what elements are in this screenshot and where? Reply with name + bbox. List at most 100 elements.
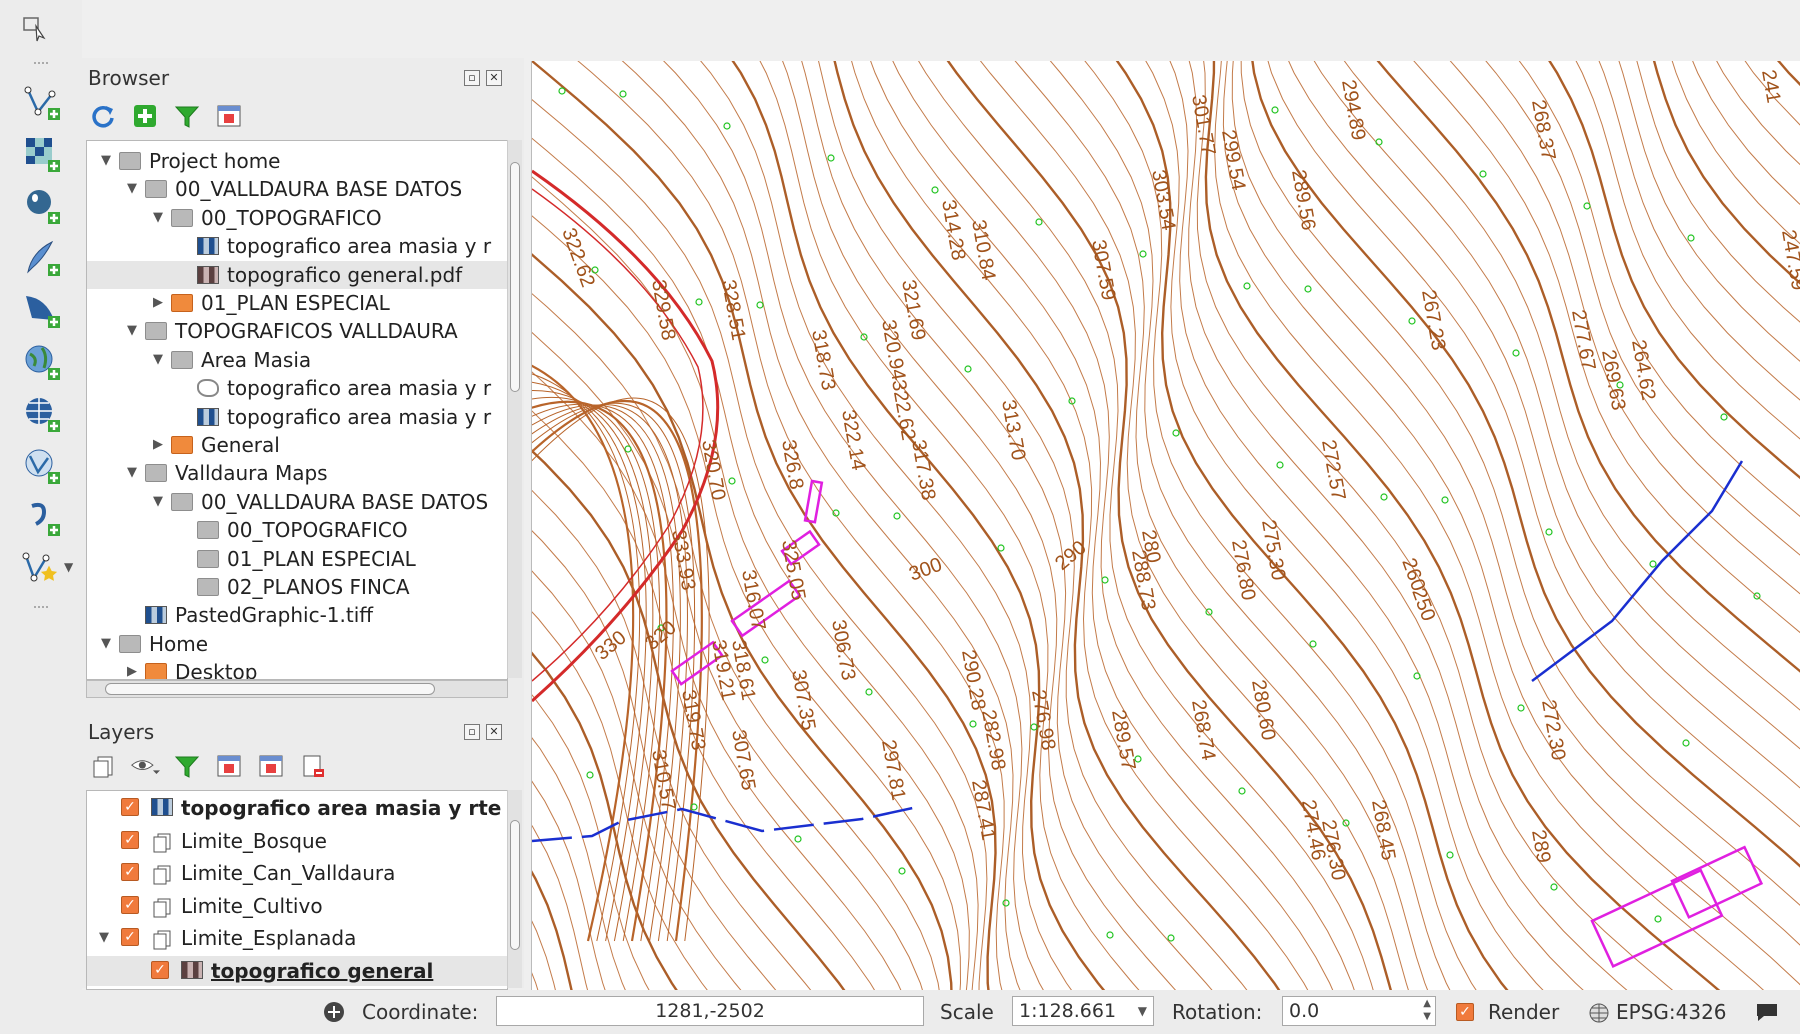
pan-cursor-icon[interactable] <box>22 14 48 42</box>
browser-tree-item[interactable]: topografico area masia y r <box>87 374 507 402</box>
layer-visibility-checkbox[interactable]: ✓ <box>151 960 169 979</box>
coordinate-field[interactable]: 1281,-2502 <box>496 996 924 1026</box>
elevation-label: 272.30 <box>1537 698 1569 762</box>
add-mssql-layer-button[interactable] <box>20 288 64 332</box>
layer-item[interactable]: ▼ ✓ Limite_Esplanada <box>87 923 507 953</box>
toggle-extents-icon[interactable] <box>322 1000 346 1024</box>
layer-item[interactable]: ✓ topografico general <box>87 955 507 986</box>
elevation-label: 290 <box>1051 537 1091 575</box>
layer-item[interactable]: ✓ topografico area masia y rte <box>87 793 507 823</box>
browser-horizontal-scrollbar[interactable] <box>86 680 508 698</box>
layer-visibility-checkbox[interactable]: ✓ <box>121 830 139 849</box>
browser-tree-item[interactable]: ▼ Area Masia <box>87 346 507 374</box>
collapse-arrow-icon[interactable]: ▼ <box>151 488 165 516</box>
close-panel-button[interactable]: ✕ <box>486 70 502 86</box>
scale-combobox[interactable]: 1:128.661 ▼ <box>1012 996 1154 1026</box>
layer-item[interactable]: ✓ Limite_Cultivo <box>87 891 507 921</box>
toolbar-grip[interactable] <box>34 62 48 68</box>
add-spatialite-layer-button[interactable] <box>20 236 64 280</box>
filter-legend-button[interactable] <box>172 751 202 781</box>
collapse-arrow-icon[interactable]: ▼ <box>125 459 139 487</box>
browser-hscroll-thumb[interactable] <box>105 683 435 695</box>
add-wms-layer-button[interactable] <box>20 340 64 384</box>
layer-visibility-checkbox[interactable]: ✓ <box>121 928 139 946</box>
collapse-arrow-icon[interactable]: ▼ <box>99 147 113 175</box>
layers-vscroll-thumb[interactable] <box>510 820 520 950</box>
elevation-label: 276.80 <box>1227 538 1259 602</box>
add-postgis-layer-button[interactable] <box>20 184 64 228</box>
browser-tree-item[interactable]: topografico general.pdf <box>87 260 507 289</box>
expand-arrow-icon[interactable]: ▶ <box>151 289 165 317</box>
collapse-arrow-icon[interactable]: ▼ <box>151 204 165 232</box>
collapse-all-button[interactable] <box>214 101 244 131</box>
rotation-spinbox[interactable]: 0.0 ▲ ▼ <box>1282 996 1436 1026</box>
filter-button[interactable] <box>172 101 202 131</box>
browser-tree-item[interactable]: ▼ Project home <box>87 147 507 175</box>
collapse-arrow-icon[interactable]: ▼ <box>99 630 113 658</box>
browser-tree-item[interactable]: 01_PLAN ESPECIAL <box>87 545 507 573</box>
layer-visibility-checkbox[interactable]: ✓ <box>121 863 139 881</box>
collapse-all-layers-button[interactable] <box>256 751 286 781</box>
layer-item[interactable]: ✓ Limite_Can_Valldaura <box>87 858 507 888</box>
browser-tree-item[interactable]: ▼ TOPOGRAFICOS VALLDAURA <box>87 317 507 345</box>
layers-vertical-scrollbar[interactable] <box>507 790 522 988</box>
layer-visibility-checkbox[interactable]: ✓ <box>121 798 139 816</box>
render-checkbox[interactable]: ✓ <box>1456 1003 1474 1021</box>
crs-label[interactable]: EPSG:4326 <box>1616 990 1727 1034</box>
collapse-arrow-icon[interactable]: ▼ <box>125 175 139 203</box>
browser-tree-item[interactable]: PastedGraphic-1.tiff <box>87 601 507 629</box>
collapse-arrow-icon[interactable]: ▼ <box>97 923 111 953</box>
toolbar-grip-bottom[interactable] <box>34 606 48 612</box>
browser-tree-item[interactable]: ▼ Home <box>87 630 507 658</box>
expand-arrow-icon[interactable]: ▶ <box>151 431 165 459</box>
layer-styling-button[interactable] <box>88 751 118 781</box>
expand-arrow-icon[interactable]: ▶ <box>125 658 139 679</box>
browser-tree-item[interactable]: ▼ 00_VALLDAURA BASE DATOS <box>87 488 507 516</box>
building-outline <box>1590 868 1724 968</box>
add-selected-layers-button[interactable] <box>130 101 160 131</box>
add-raster-layer-button[interactable] <box>20 132 64 176</box>
browser-tree-item[interactable]: topografico area masia y r <box>87 403 507 431</box>
browser-tree-item[interactable]: 02_PLANOS FINCA <box>87 573 507 601</box>
new-vector-layer-button[interactable]: ▼ <box>20 548 73 592</box>
close-layers-panel-button[interactable]: ✕ <box>486 724 502 740</box>
browser-vscroll-thumb[interactable] <box>510 162 520 392</box>
layer-item[interactable]: ✓ Limite_Bosque <box>87 826 507 856</box>
remove-layer-button[interactable] <box>298 751 328 781</box>
contour-line <box>663 61 1044 990</box>
vegetation-mark <box>1205 608 1213 616</box>
browser-tree-item[interactable]: ▶ General <box>87 431 507 459</box>
browser-tree-item[interactable]: ▼ 00_VALLDAURA BASE DATOS <box>87 175 507 203</box>
map-canvas[interactable]: 301.77 299.54 294.89 289.56 268.37 241 247.59 3… <box>531 61 1800 990</box>
map-drawing[interactable]: 301.77299.54 294.89 289.56 268.37 241 247.59 3… <box>532 61 1800 990</box>
scale-dropdown-icon[interactable]: ▼ <box>1138 997 1147 1025</box>
collapse-arrow-icon[interactable]: ▼ <box>125 317 139 345</box>
browser-tree-item[interactable]: ▼ 00_TOPOGRAFICO <box>87 204 507 232</box>
float-layers-panel-button[interactable]: ▫ <box>464 724 480 740</box>
browser-vertical-scrollbar[interactable] <box>507 140 522 678</box>
contour-line <box>759 61 1140 990</box>
browser-tree[interactable]: ▼ Project home ▼ 00_VALLDAURA BASE DATOS ▼ 00… <box>86 140 508 680</box>
layer-visibility-checkbox[interactable]: ✓ <box>121 895 139 914</box>
browser-tree-item[interactable]: ▼ Valldaura Maps <box>87 459 507 487</box>
refresh-button[interactable] <box>88 101 118 131</box>
browser-tree-item[interactable]: topografico area masia y r <box>87 232 507 260</box>
crs-globe-icon[interactable] <box>1588 1002 1610 1024</box>
add-vector-layer-button[interactable] <box>20 80 64 124</box>
contour-line <box>1049 61 1451 990</box>
collapse-arrow-icon[interactable]: ▼ <box>151 346 165 374</box>
dropdown-arrow-icon[interactable]: ▼ <box>64 560 73 574</box>
layers-tree[interactable]: ✓ topografico area masia y rte ✓ Limite_Bos… <box>86 790 508 990</box>
add-wcs-layer-button[interactable] <box>20 392 64 436</box>
browser-tree-item[interactable]: 00_TOPOGRAFICO <box>87 516 507 544</box>
rotation-spin-icon[interactable]: ▲ ▼ <box>1423 997 1431 1023</box>
expand-all-button[interactable] <box>214 751 244 781</box>
add-delimited-text-button[interactable] <box>20 496 64 540</box>
browser-item-label: PastedGraphic-1.tiff <box>175 603 374 628</box>
float-panel-button[interactable]: ▫ <box>464 70 480 86</box>
browser-tree-item[interactable]: ▶ Desktop <box>87 658 507 679</box>
manage-visibility-button[interactable] <box>130 751 160 781</box>
add-wfs-layer-button[interactable] <box>20 444 64 488</box>
messages-icon[interactable] <box>1754 1000 1780 1024</box>
browser-tree-item[interactable]: ▶ 01_PLAN ESPECIAL <box>87 289 507 317</box>
